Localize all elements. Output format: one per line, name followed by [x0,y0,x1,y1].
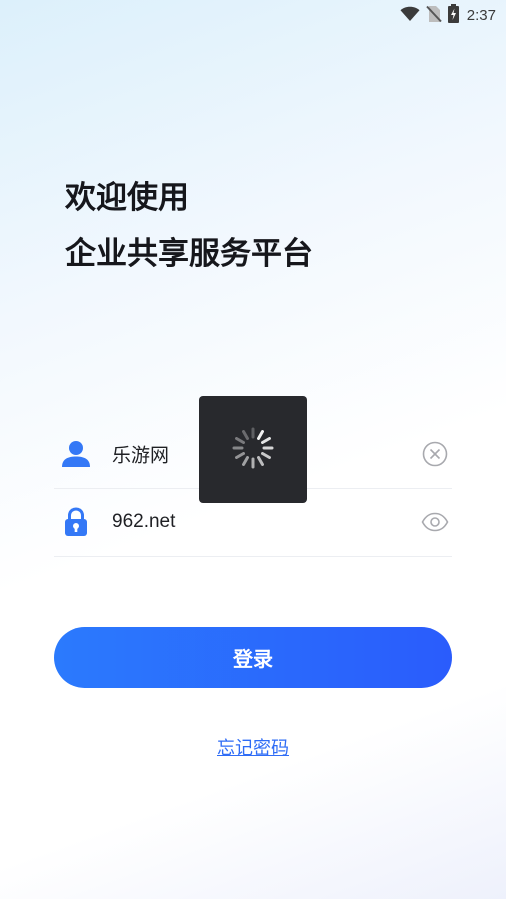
user-icon [60,438,92,470]
login-button[interactable]: 登录 [54,627,452,688]
no-sim-icon [426,5,442,27]
spinner-icon [231,426,275,474]
password-value[interactable]: 962.net [112,511,175,533]
welcome-line-2: 企业共享服务平台 [65,236,313,272]
wifi-icon [400,6,420,26]
status-icons: 2:37 [400,4,496,27]
clear-icon[interactable] [420,439,450,469]
lock-icon [60,506,92,538]
forgot-password-link[interactable]: 忘记密码 [0,734,506,760]
loading-overlay [199,396,307,503]
status-time: 2:37 [466,7,496,24]
battery-charging-icon [447,4,459,27]
eye-icon[interactable] [420,507,450,537]
username-value[interactable]: 乐游网 [112,441,169,468]
status-bar: 2:37 [0,0,506,28]
welcome-heading: 欢迎使用 企业共享服务平台 [65,170,313,282]
welcome-line-1: 欢迎使用 [65,180,189,216]
